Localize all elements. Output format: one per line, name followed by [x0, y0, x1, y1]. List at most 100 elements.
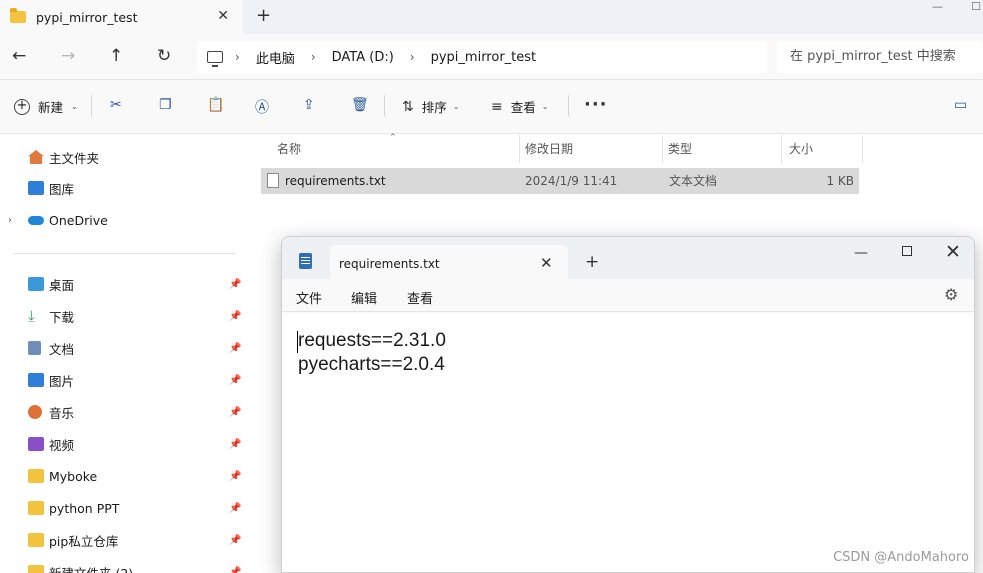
sidebar-item-downloads[interactable]: ⤓ 下载 📌 — [0, 303, 245, 329]
sidebar-divider — [14, 253, 236, 254]
menu-file[interactable]: 文件 — [296, 288, 322, 307]
menu-view[interactable]: 查看 — [407, 288, 433, 307]
text-editor[interactable]: requests==2.31.0 pyecharts==2.0.4 — [282, 313, 974, 572]
sidebar-item-myboke[interactable]: Myboke 📌 — [0, 463, 245, 489]
share-icon[interactable]: ⇪ — [303, 97, 315, 113]
videos-icon — [28, 437, 44, 451]
pin-icon[interactable]: 📌 — [229, 343, 241, 354]
pin-icon[interactable]: 📌 — [229, 375, 241, 386]
paste-icon[interactable]: 📋 — [207, 97, 224, 113]
sidebar-item-music[interactable]: 音乐 📌 — [0, 399, 245, 425]
forward-button[interactable]: → — [61, 46, 75, 66]
breadcrumb[interactable]: › 此电脑 › DATA (D:) › pypi_mirror_test — [197, 41, 767, 73]
sidebar-item-label: 新建文件夹 (2) — [49, 565, 134, 573]
details-pane-icon[interactable]: ▭ — [954, 97, 967, 113]
up-button[interactable]: ↑ — [109, 46, 123, 66]
file-name: requirements.txt — [285, 174, 386, 188]
sidebar-item-gallery[interactable]: 图库 — [0, 175, 245, 201]
add-icon: + — [14, 98, 30, 115]
new-label: 新建 — [38, 100, 64, 115]
download-icon: ⤓ — [28, 307, 35, 325]
search-input[interactable]: 在 pypi_mirror_test 中搜索 — [777, 41, 983, 73]
view-icon: ≡ — [491, 98, 503, 115]
sidebar-item-home[interactable]: 主文件夹 — [0, 144, 245, 170]
text-file-icon — [267, 173, 279, 188]
sidebar-item-label: Myboke — [49, 468, 98, 484]
menu-edit[interactable]: 编辑 — [351, 288, 377, 307]
close-tab-icon[interactable]: ✕ — [217, 8, 229, 24]
table-row[interactable]: requirements.txt 2024/1/9 11:41 文本文档 1 K… — [261, 168, 859, 194]
gear-icon[interactable]: ⚙ — [944, 285, 958, 304]
maximize-button[interactable] — [902, 246, 912, 256]
pin-icon[interactable]: 📌 — [229, 567, 241, 573]
sidebar-item-pip-repo[interactable]: pip私立仓库 📌 — [0, 527, 245, 553]
sidebar-item-label: python PPT — [49, 500, 120, 516]
file-type: 文本文档 — [669, 174, 718, 188]
back-button[interactable]: ← — [12, 46, 26, 66]
sidebar-item-desktop[interactable]: 桌面 📌 — [0, 271, 245, 297]
minimize-button[interactable]: — — [854, 245, 868, 261]
sidebar-item-label: 图片 — [49, 373, 75, 389]
folder-icon — [28, 469, 44, 483]
breadcrumb-drive[interactable]: DATA (D:) — [332, 50, 394, 65]
rename-icon[interactable]: Ⓐ — [255, 97, 269, 117]
breadcrumb-folder[interactable]: pypi_mirror_test — [431, 50, 537, 65]
chevron-right-icon[interactable]: › — [235, 50, 240, 64]
chevron-down-icon: ⌄ — [452, 102, 460, 111]
chevron-right-icon[interactable]: › — [311, 50, 316, 64]
sidebar-item-onedrive[interactable]: › OneDrive — [0, 207, 245, 233]
sidebar-item-label: 图库 — [49, 181, 75, 197]
minimize-icon[interactable]: — — [932, 0, 943, 13]
editor-line: pyecharts==2.0.4 — [298, 354, 445, 375]
desktop-icon — [28, 277, 44, 291]
chevron-right-icon[interactable]: › — [8, 215, 12, 226]
pin-icon[interactable]: 📌 — [229, 279, 241, 290]
copy-icon[interactable]: ❐ — [159, 97, 172, 113]
cut-icon[interactable]: ✂ — [110, 97, 122, 113]
column-header-name[interactable]: 名称 — [267, 135, 520, 163]
new-button[interactable]: + 新建 ⌄ — [14, 97, 78, 116]
notepad-tab-title: requirements.txt — [339, 257, 440, 271]
pin-icon[interactable]: 📌 — [229, 503, 241, 514]
sidebar-item-videos[interactable]: 视频 📌 — [0, 431, 245, 457]
sidebar-item-label: 主文件夹 — [49, 150, 100, 166]
explorer-tab-title: pypi_mirror_test — [36, 9, 138, 25]
sidebar-item-documents[interactable]: 文档 📌 — [0, 335, 245, 361]
chevron-right-icon[interactable]: › — [410, 50, 415, 64]
onedrive-icon — [28, 215, 44, 225]
sidebar-item-pictures[interactable]: 图片 📌 — [0, 367, 245, 393]
column-header-size[interactable]: 大小 — [779, 135, 863, 163]
close-tab-icon[interactable]: ✕ — [540, 254, 553, 272]
explorer-tab[interactable]: pypi_mirror_test ✕ — [0, 0, 243, 34]
refresh-button[interactable]: ↻ — [157, 46, 171, 66]
pin-icon[interactable]: 📌 — [229, 439, 241, 450]
sidebar-item-new-folder[interactable]: 新建文件夹 (2) 📌 — [0, 559, 245, 573]
view-button[interactable]: ≡ 查看 ⌄ — [491, 97, 548, 116]
new-tab-button[interactable]: + — [256, 5, 271, 26]
view-label: 查看 — [510, 100, 536, 115]
pin-icon[interactable]: 📌 — [229, 471, 241, 482]
sidebar-item-label: 文档 — [49, 341, 75, 357]
sort-button[interactable]: ⇅ 排序 ⌄ — [402, 97, 459, 116]
navigation-pane: 主文件夹 图库 › OneDrive 桌面 📌 ⤓ 下载 📌 文档 📌 图片 📌… — [0, 135, 245, 573]
chevron-down-icon: ⌄ — [71, 102, 78, 111]
breadcrumb-this-pc[interactable]: 此电脑 — [256, 48, 295, 67]
notepad-menubar: 文件 编辑 查看 ⚙ — [282, 279, 974, 312]
pictures-icon — [28, 373, 44, 387]
sidebar-item-python-ppt[interactable]: python PPT 📌 — [0, 495, 245, 521]
pin-icon[interactable]: 📌 — [229, 535, 241, 546]
close-button[interactable]: ✕ — [945, 241, 961, 263]
new-tab-button[interactable]: + — [585, 252, 599, 272]
notepad-window: requirements.txt ✕ + — ✕ 文件 编辑 查看 ⚙ requ… — [281, 236, 975, 573]
column-header-modified[interactable]: 修改日期 — [515, 135, 663, 163]
maximize-icon[interactable]: ☐ — [971, 0, 981, 13]
notepad-tab[interactable]: requirements.txt ✕ — [330, 245, 568, 279]
pin-icon[interactable]: 📌 — [229, 311, 241, 322]
watermark: CSDN @AndoMahoro — [833, 550, 969, 565]
pin-icon[interactable]: 📌 — [229, 407, 241, 418]
sidebar-item-label: 桌面 — [49, 277, 75, 293]
column-header-type[interactable]: 类型 — [658, 135, 782, 163]
more-button[interactable]: ··· — [584, 94, 608, 115]
delete-icon[interactable]: 🗑 — [351, 97, 369, 113]
command-toolbar: + 新建 ⌄ ✂ ❐ 📋 Ⓐ ⇪ 🗑 ⇅ 排序 ⌄ ≡ 查看 ⌄ ··· ▭ — [0, 80, 983, 134]
